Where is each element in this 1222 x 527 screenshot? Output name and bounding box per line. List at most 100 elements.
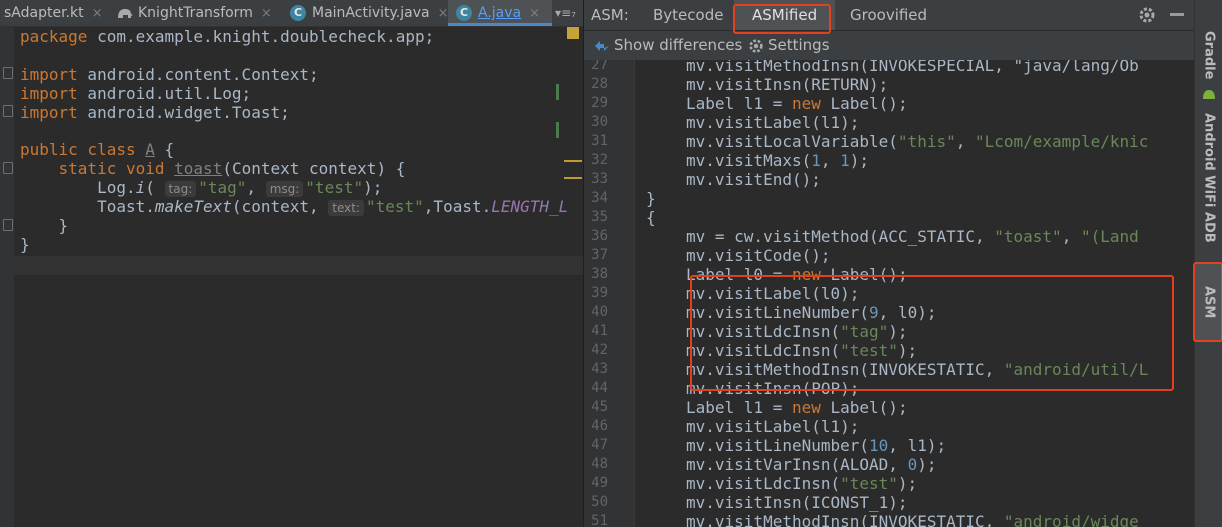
fold-icon[interactable] [3,219,13,231]
line-number: 50 [591,494,608,510]
line-number: 36 [591,228,608,244]
asm-code-line: mv.visitInsn(ICONST_1); [686,493,908,512]
gear-icon[interactable] [1138,6,1156,24]
line-number: 31 [591,133,608,149]
line-number: 42 [591,342,608,358]
tab-knight-transform[interactable]: KnightTransform × [108,0,286,26]
line-number: 46 [591,418,608,434]
param-hint: tag: [164,181,197,197]
close-icon[interactable]: × [438,6,449,21]
fold-icon[interactable] [3,162,13,174]
line-number: 47 [591,437,608,453]
asm-code-line: mv.visitLabel(l1); [686,113,860,132]
asm-code-line: mv.visitEnd(); [686,170,821,189]
gradle-elephant-icon [118,9,133,18]
asm-code-line: mv.visitLocalVariable("this", "Lcom/exam… [686,132,1149,151]
line-number: 30 [591,114,608,130]
warning-stripe [564,177,582,179]
asm-code-line: mv.visitMaxs(1, 1); [686,151,870,170]
asm-code-line: mv.visitInsn(RETURN); [686,75,889,94]
warning-stripe [564,160,582,162]
code-line: Toast.makeText(context, text: "test",Toas… [97,197,569,216]
asm-code-line: Label l1 = new Label(); [686,398,908,417]
asm-code-line: mv.visitMethodInsn(INVOKESPECIAL, "java/… [686,60,1139,75]
tab-label: KnightTransform [138,5,253,21]
settings-button[interactable]: Settings [768,31,830,60]
asm-code-line: mv.visitVarInsn(ALOAD, 0); [686,455,937,474]
line-number: 43 [591,361,608,377]
line-number: 34 [591,190,608,206]
line-number: 37 [591,247,608,263]
code-line: import android.content.Context; [20,65,319,84]
line-number: 28 [591,76,608,92]
fold-gutter [634,60,647,527]
change-marker [556,84,559,100]
highlight-asmified-tab [733,4,831,34]
android-icon [1195,84,1222,104]
class-c-icon: C [290,5,306,21]
asm-code-line: Label l1 = new Label(); [686,94,908,113]
line-number: 29 [591,95,608,111]
close-icon[interactable]: × [92,6,103,21]
settings-gear-icon [749,39,763,53]
code-line: } [58,216,69,235]
tab-bytecode[interactable]: Bytecode [653,0,723,30]
line-number: 44 [591,380,608,396]
diff-arrows-icon [595,41,609,51]
code-line: } [20,235,30,254]
line-number: 35 [591,209,608,225]
tab-label: A.java [478,5,522,21]
line-number: 33 [591,171,608,187]
asm-code-line: mv.visitLineNumber(10, l1); [686,436,947,455]
code-line: Log.i( tag: "tag", msg: "test"); [97,178,383,197]
code-line: import android.widget.Toast; [20,103,290,122]
gradle-tool-tab[interactable]: Gradle [1195,30,1222,80]
asm-code-line: } [646,189,656,208]
analysis-status-icon[interactable] [567,27,579,39]
close-icon[interactable]: × [261,6,272,21]
minimize-icon[interactable] [1170,13,1184,16]
asm-code-line: mv = cw.visitMethod(ACC_STATIC, "toast",… [686,227,1139,246]
asm-label: ASM: [591,6,629,24]
close-icon[interactable]: × [529,6,540,21]
line-number: 39 [591,285,608,301]
param-hint: msg: [265,181,304,197]
code-line: package com.example.knight.doublecheck.a… [20,27,435,46]
asm-code-line: mv.visitLdcInsn("test"); [686,474,918,493]
tab-a-java[interactable]: C A.java × [448,0,552,26]
code-line: static void toast(Context context) { [58,159,406,178]
tab-label: sAdapter.kt [4,5,84,21]
android-wifi-adb-tool-tab[interactable]: Android WiFi ADB [1195,108,1222,248]
asm-code-line: { [646,208,656,227]
code-editor[interactable]: package com.example.knight.doublecheck.a… [0,27,583,527]
line-number: 32 [591,152,608,168]
fold-icon[interactable] [3,105,13,117]
show-differences-button[interactable]: Show differences [614,31,742,60]
line-number: 40 [591,304,608,320]
line-number: 41 [591,323,608,339]
tab-main-activity[interactable]: C MainActivity.java × [282,0,452,26]
code-line: public class A { [20,140,175,159]
change-marker [556,122,559,138]
highlight-code-region [690,275,1174,391]
line-number: 38 [591,266,608,282]
editor-gutter [0,27,14,527]
line-number: 49 [591,475,608,491]
tab-adapter[interactable]: sAdapter.kt × [0,0,108,26]
current-line-highlight [14,256,583,275]
line-number: 48 [591,456,608,472]
line-number: 45 [591,399,608,415]
asm-code-line: mv.visitLabel(l1); [686,417,860,436]
editor-tab-bar: sAdapter.kt × KnightTransform × C MainAc… [0,0,583,27]
tab-overflow-menu[interactable]: ▾≡₇ [548,0,583,26]
param-hint: text: [328,200,364,216]
asm-code-line: mv.visitCode(); [686,246,831,265]
class-c-icon: C [456,5,472,21]
line-number: 51 [591,513,608,527]
highlight-asm-tab [1193,262,1222,342]
asm-code-line: mv.visitMethodInsn(INVOKESTATIC, "androi… [686,512,1139,527]
tab-groovified[interactable]: Groovified [850,0,927,30]
line-number: 27 [591,60,608,73]
code-line: import android.util.Log; [20,84,252,103]
fold-icon[interactable] [3,67,13,79]
